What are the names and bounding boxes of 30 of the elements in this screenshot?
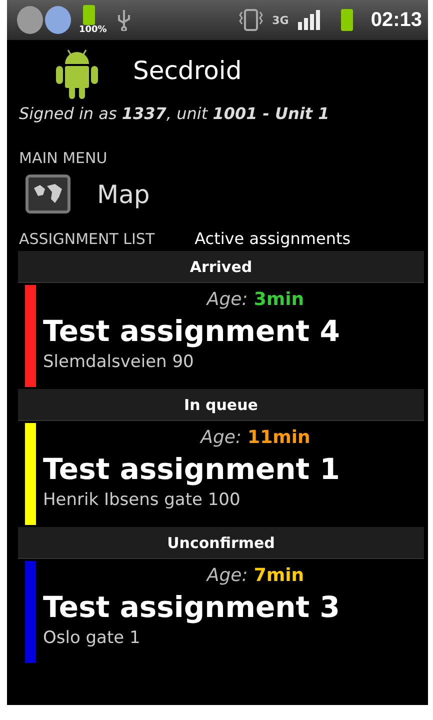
- age-value: 11min: [248, 427, 310, 448]
- age-value: 3min: [254, 289, 304, 310]
- age-label: Age:: [206, 565, 248, 586]
- signed-in-text: Signed in as 1337, unit 1001 - Unit 1: [18, 103, 330, 123]
- network-type: 3G: [272, 14, 289, 26]
- assignment-address: Slemdalsveien 90: [43, 352, 195, 372]
- menu-item[interactable]: Map: [97, 180, 150, 208]
- age-label: Age:: [200, 427, 242, 448]
- vibrate-icon: [238, 8, 264, 32]
- age-label: Age:: [206, 289, 248, 310]
- assignment-address: Henrik Ibsens gate 100: [43, 490, 242, 510]
- battery-percent: 100%: [79, 25, 107, 35]
- assignment-title[interactable]: Test assignment 4: [43, 314, 428, 348]
- assignment-title[interactable]: Test assignment 3: [43, 590, 428, 624]
- group-header: In queue: [18, 389, 424, 421]
- group-header: Arrived: [18, 251, 424, 283]
- section-heading: ASSIGNMENT LIST: [18, 230, 155, 248]
- usb-icon: [117, 9, 131, 31]
- map-icon[interactable]: [25, 174, 71, 214]
- assignment-address: Oslo gate 1: [43, 628, 142, 648]
- signal-icon: [296, 10, 323, 30]
- battery-icon: [83, 5, 95, 25]
- battery-icon: [340, 9, 353, 31]
- app-title: Secdroid: [133, 56, 242, 84]
- age-value: 7min: [254, 565, 304, 586]
- group-header: Unconfirmed: [18, 527, 424, 559]
- filter-label[interactable]: Active assignments: [194, 229, 351, 248]
- clock: 02:13: [370, 8, 422, 32]
- assignment-title[interactable]: Test assignment 1: [43, 452, 428, 486]
- section-heading: MAIN MENU: [18, 149, 108, 167]
